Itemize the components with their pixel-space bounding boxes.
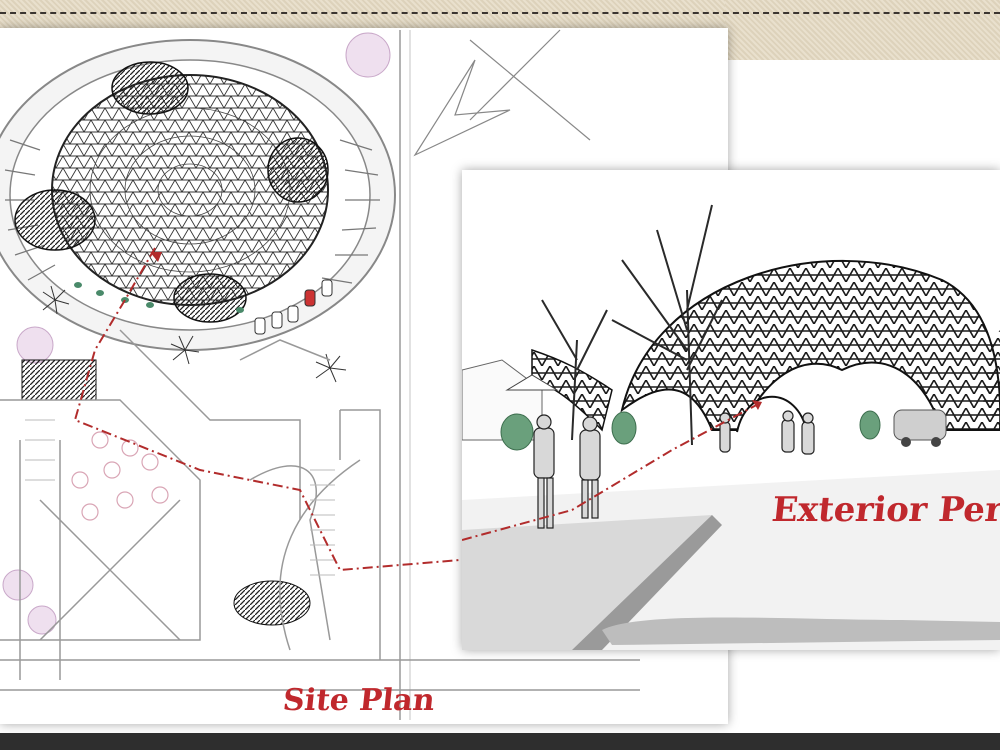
- car-icon: [893, 409, 947, 447]
- dash-dot-border: [0, 12, 1000, 14]
- paper-texture-corner: [725, 0, 1000, 60]
- lattice-dome: [620, 260, 1000, 431]
- dome-complex-plan: [0, 39, 396, 351]
- bottom-bar: [0, 733, 1000, 750]
- exterior-perspective-panel: [462, 170, 1000, 650]
- site-plan-label: Site Plan: [281, 683, 437, 718]
- exterior-perspective-label: Exterior Perspe: [769, 490, 1000, 530]
- secondary-canopy: [233, 580, 311, 626]
- entry-canopy: [21, 359, 97, 401]
- planters: [71, 431, 169, 521]
- north-arrow-icon: [413, 29, 591, 157]
- perspective-drawing: [462, 204, 1000, 650]
- parking-stalls: [25, 419, 335, 576]
